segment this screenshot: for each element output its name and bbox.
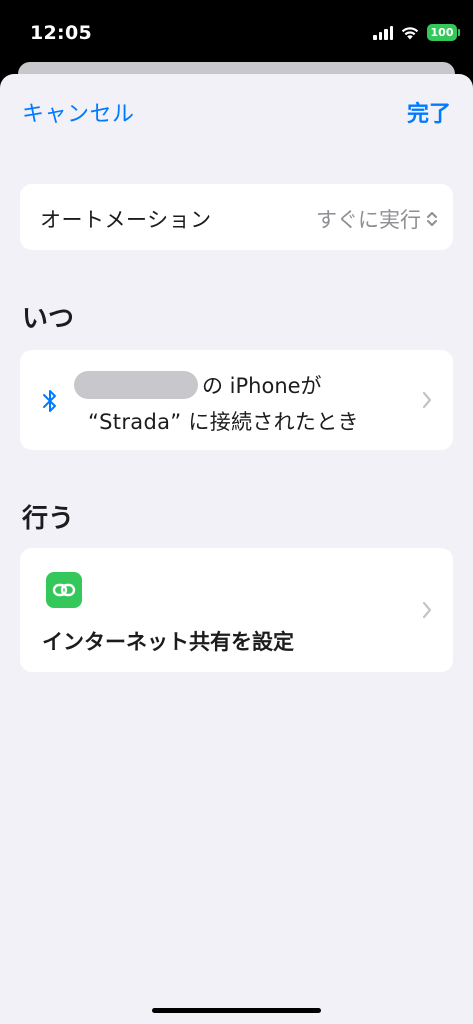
done-button[interactable]: 完了 xyxy=(407,96,451,128)
automation-sheet: キャンセル 完了 オートメーション すぐに実行 いつ の iPhoneが “St… xyxy=(0,74,473,1024)
signal-icon xyxy=(373,25,393,40)
when-section-header: いつ xyxy=(22,304,75,334)
automation-mode-select[interactable]: すぐに実行 xyxy=(316,204,439,234)
chevron-up-down-icon xyxy=(427,212,437,226)
status-icons: 100 xyxy=(373,24,460,41)
chevron-right-icon xyxy=(422,601,432,619)
cancel-button[interactable]: キャンセル xyxy=(22,96,135,128)
bluetooth-icon xyxy=(43,390,56,412)
action-label: インターネット共有を設定 xyxy=(42,630,294,654)
automation-mode-label: オートメーション xyxy=(40,208,212,232)
action-row[interactable]: インターネット共有を設定 xyxy=(20,548,453,672)
automation-mode-value: すぐに実行 xyxy=(316,208,421,232)
chevron-right-icon xyxy=(422,391,432,409)
trigger-device: の iPhoneが xyxy=(74,370,322,400)
automation-mode-row[interactable]: オートメーション すぐに実行 xyxy=(20,184,453,250)
do-section-header: 行う xyxy=(22,504,75,534)
trigger-line1-text: の iPhoneが xyxy=(202,374,322,398)
battery-icon: 100 xyxy=(427,24,460,41)
status-bar: 12:05 100 xyxy=(0,0,473,64)
home-indicator[interactable] xyxy=(152,1008,321,1013)
trigger-row[interactable]: の iPhoneが “Strada” に接続されたとき xyxy=(20,350,453,450)
wifi-icon xyxy=(401,27,419,40)
trigger-line2-text: “Strada” に接続されたとき xyxy=(88,410,359,434)
redacted-device-name xyxy=(74,371,198,399)
status-time: 12:05 xyxy=(30,22,92,44)
link-icon xyxy=(46,572,82,608)
battery-level: 100 xyxy=(430,26,454,39)
